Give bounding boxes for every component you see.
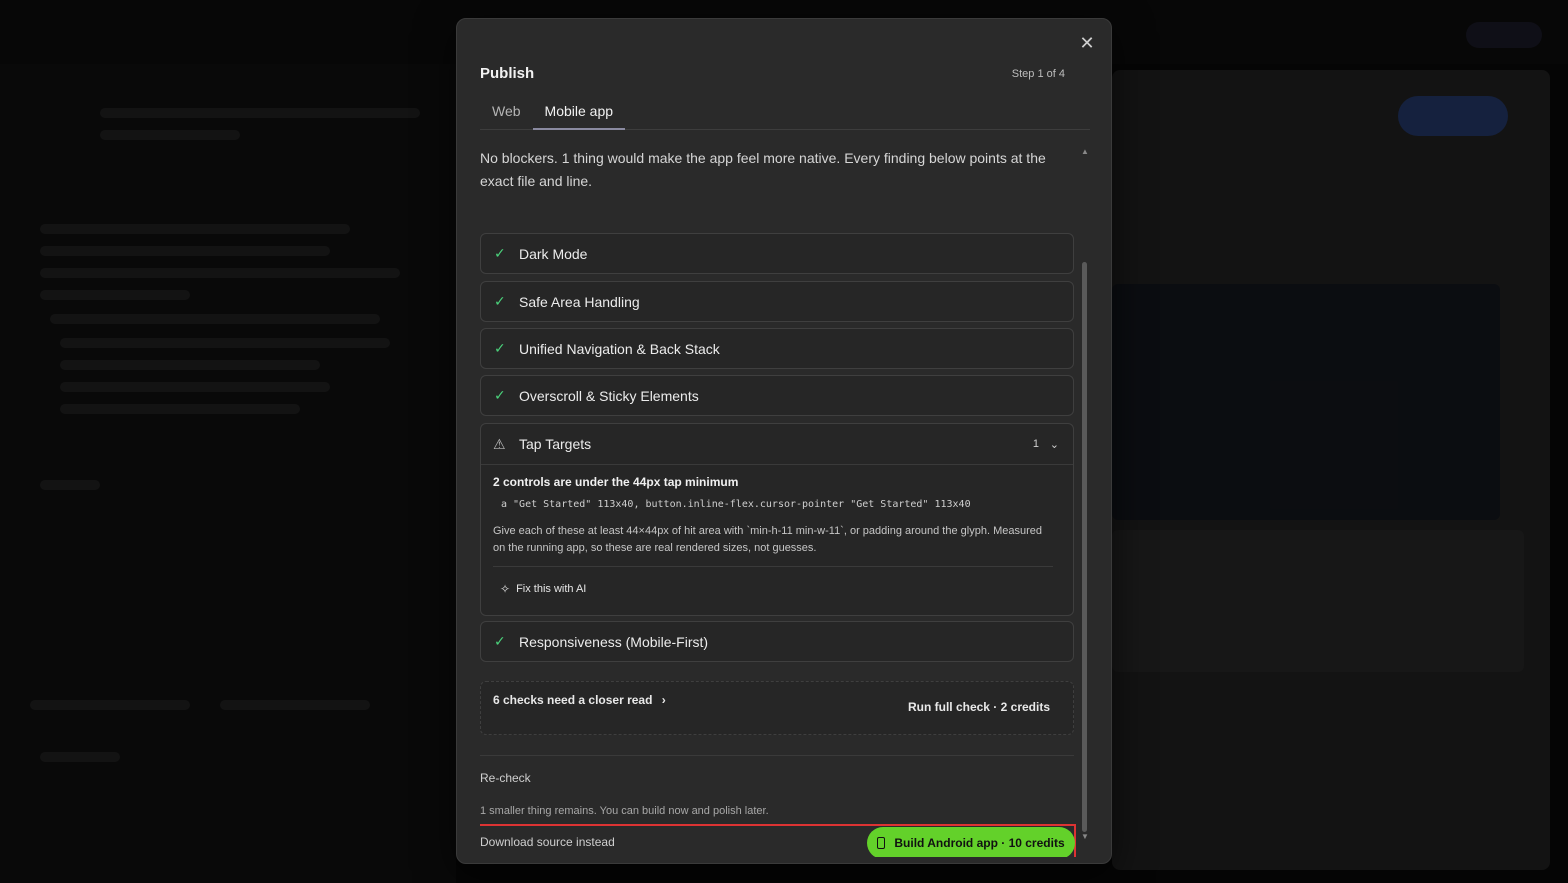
finding-count: 1 [1032,438,1039,450]
check-label: Safe Area Handling [519,293,640,310]
check-safe-area[interactable]: ✓ Safe Area Handling [480,281,1074,322]
check-label: Overscroll & Sticky Elements [519,387,699,404]
closer-read-link[interactable]: 6 checks need a closer read › [493,693,666,707]
check-label: Responsiveness (Mobile-First) [519,633,709,650]
phone-icon [877,837,886,849]
tab-mobile-app[interactable]: Mobile app [532,97,626,130]
check-icon: ✓ [494,293,506,309]
chevron-down-icon[interactable]: ⌄ [1050,438,1059,451]
step-indicator: Step 1 of 4 [1011,68,1065,80]
chevron-right-icon: › [661,693,666,707]
finding-description: Give each of these at least 44×44px of h… [493,523,1053,567]
check-tap-targets: ⚠ Tap Targets 1 ⌄ 2 controls are under t… [480,423,1074,616]
warning-triangle-icon: ⚠ [493,435,506,452]
finding-code: a "Get Started" 113x40, button.inline-fl… [501,499,971,510]
check-label: Tap Targets [519,436,592,452]
closer-read-card: 6 checks need a closer read › Run full c… [480,681,1074,735]
recheck-button[interactable]: Re-check [480,771,531,785]
tap-targets-details: 2 controls are under the 44px tap minimu… [481,465,1073,598]
divider [480,755,1074,756]
publish-tabs: Web Mobile app [480,97,1090,130]
check-label: Dark Mode [519,245,588,262]
scroll-up-arrow-icon[interactable]: ▲ [1081,147,1089,156]
scrollbar-thumb[interactable] [1082,262,1087,832]
publish-modal: ✕ Publish Step 1 of 4 Web Mobile app No … [456,18,1112,864]
check-overscroll[interactable]: ✓ Overscroll & Sticky Elements [480,375,1074,416]
scroll-down-arrow-icon[interactable]: ▼ [1081,832,1089,841]
check-navigation[interactable]: ✓ Unified Navigation & Back Stack [480,328,1074,369]
check-icon: ✓ [494,633,506,649]
run-full-check-button[interactable]: Run full check · 2 credits [908,700,1050,714]
closer-read-label: 6 checks need a closer read [493,693,653,707]
finding-title: 2 controls are under the 44px tap minimu… [493,475,739,489]
checks-scroll-area[interactable]: No blockers. 1 thing would make the app … [480,147,1076,857]
build-android-button[interactable]: Build Android app · 10 credits [867,827,1075,857]
remaining-note: 1 smaller thing remains. You can build n… [480,805,769,817]
check-icon: ✓ [494,340,506,356]
modal-title: Publish [480,65,535,82]
summary-text: No blockers. 1 thing would make the app … [480,150,1046,189]
fix-with-ai-label: Fix this with AI [516,583,587,595]
check-icon: ✓ [494,245,506,261]
check-responsiveness[interactable]: ✓ Responsiveness (Mobile-First) [480,621,1074,662]
check-dark-mode[interactable]: ✓ Dark Mode [480,233,1074,274]
scrollbar[interactable]: ▲ ▼ [1081,147,1089,841]
download-source-link[interactable]: Download source instead [480,835,615,849]
build-android-label: Build Android app · 10 credits [894,836,1065,850]
check-icon: ✓ [494,387,506,403]
tap-targets-header[interactable]: ⚠ Tap Targets 1 ⌄ [481,424,1073,465]
close-icon[interactable]: ✕ [1077,33,1097,53]
highlight-border-top [480,824,1076,826]
sparkle-icon: ✧ [500,582,511,596]
tab-web[interactable]: Web [480,97,533,130]
check-label: Unified Navigation & Back Stack [519,340,720,357]
fix-with-ai-button[interactable]: ✧ Fix this with AI [500,582,586,596]
